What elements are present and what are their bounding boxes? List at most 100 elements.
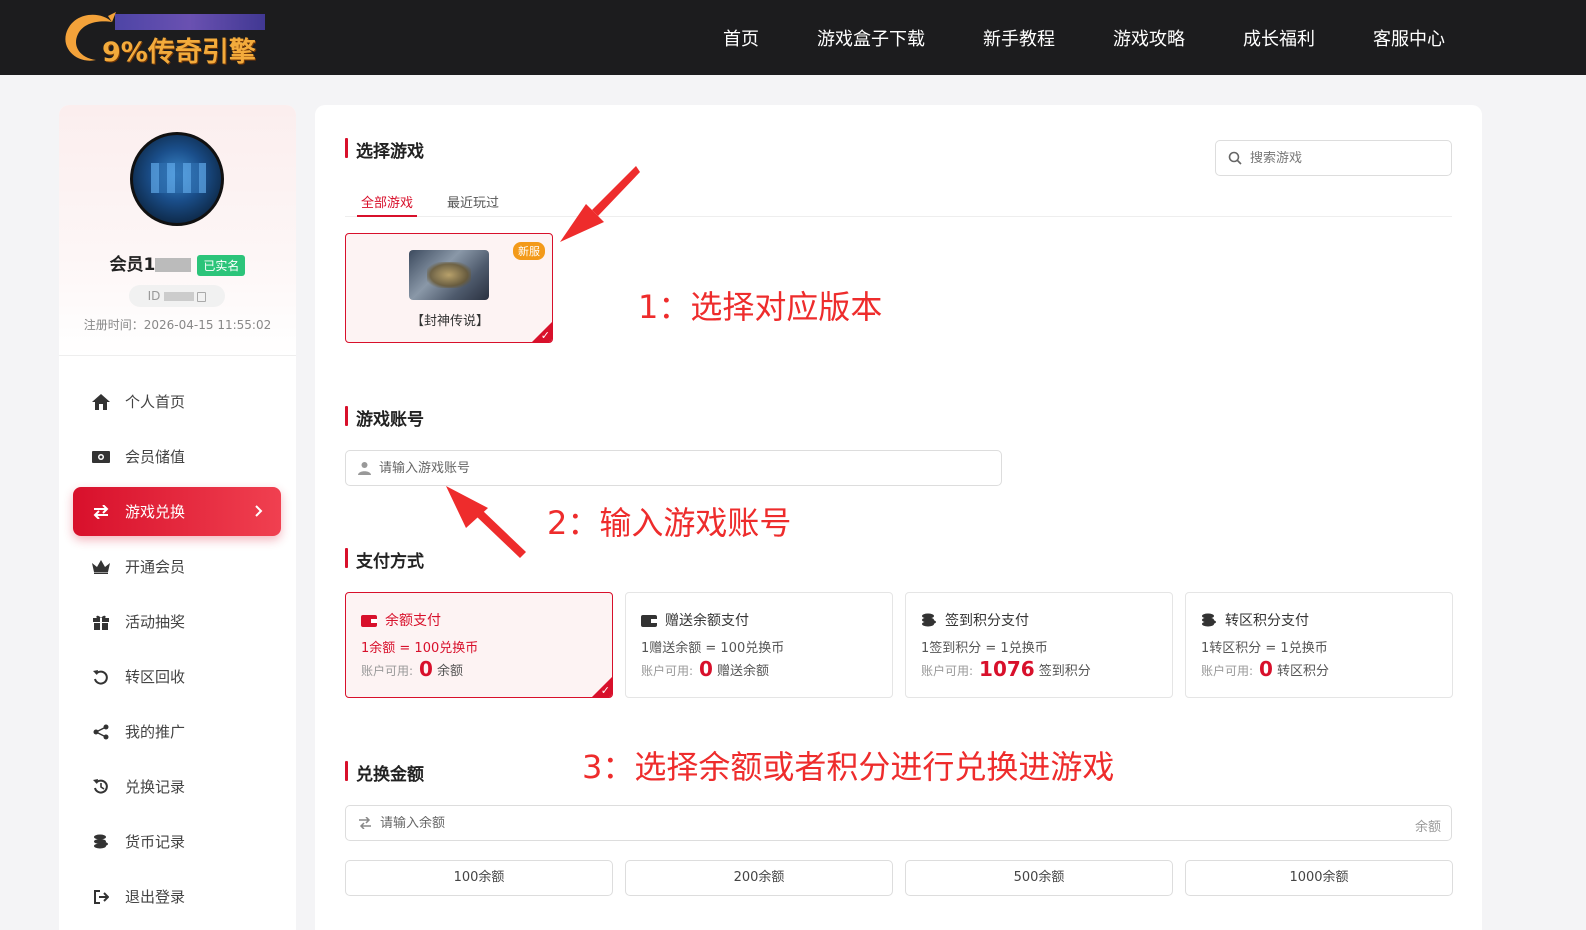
game-name: 【封神传说】 [410,314,489,329]
member-name-line: 会员1 已实名 [59,250,296,276]
sidebar: 会员1 已实名 ID 注册时间：2026-04-15 11:55:02 个人首页 … [59,105,296,930]
game-account-field[interactable] [345,450,1002,486]
game-tabs: 全部游戏 最近玩过 [345,189,1452,217]
logout-icon [91,887,111,907]
share-icon [91,722,111,742]
coins-icon [91,832,111,852]
payment-title: 支付方式 [345,547,424,572]
sidebar-item-recycle[interactable]: 转区回收 [73,652,281,701]
crown-icon [91,557,111,577]
exchange-amount-input[interactable] [380,815,1360,831]
avail-value: 0 [699,657,713,681]
avatar[interactable] [130,132,224,226]
select-game-title: 选择游戏 [345,137,424,162]
sidebar-item-exchange-records[interactable]: 兑换记录 [73,762,281,811]
amount-preset-100[interactable]: 100余额 [345,860,613,896]
pay-rate: 1余额 = 100兑换币 [361,641,479,656]
sidebar-item-label: 货币记录 [125,833,186,851]
nav-welfare[interactable]: 成长福利 [1214,25,1344,51]
avail-value: 1076 [979,657,1035,681]
register-time: 注册时间：2026-04-15 11:55:02 [83,318,272,332]
chevron-right-icon [255,502,263,521]
pay-method-gift-balance[interactable]: 赠送余额支付 1赠送余额 = 100兑换币 账户可用: 0 赠送余额 [625,592,893,698]
pay-method-name: 赠送余额支付 [665,613,749,629]
main-nav: 首页 游戏盒子下载 新手教程 游戏攻略 成长福利 客服中心 [694,0,1474,75]
sidebar-item-label: 活动抽奖 [125,613,186,631]
history-icon [91,777,111,797]
nav-tutorial[interactable]: 新手教程 [954,25,1084,51]
sidebar-item-label: 个人首页 [125,393,186,411]
copy-icon[interactable] [197,291,207,302]
main-panel: 选择游戏 全部游戏 最近玩过 新服 【封神传说】 ✓ 游戏账号 支付方式 余额支… [315,105,1482,930]
pay-method-name: 转区积分支付 [1225,613,1309,629]
wallet-icon [641,613,657,627]
pay-rate: 1赠送余额 = 100兑换币 [641,641,785,656]
wallet-icon [361,613,377,627]
game-search[interactable] [1215,140,1452,176]
amount-preset-500[interactable]: 500余额 [905,860,1173,896]
amount-preset-1000[interactable]: 1000余额 [1185,860,1453,896]
avail-unit: 余额 [436,664,463,679]
pay-rate: 1签到积分 = 1兑换币 [921,641,1048,656]
sidebar-item-recharge[interactable]: 会员储值 [73,432,281,481]
sidebar-item-label: 我的推广 [125,723,186,741]
avail-label: 账户可用: [361,664,414,678]
avail-value: 0 [419,657,433,681]
pay-method-balance[interactable]: 余额支付 1余额 = 100兑换币 账户可用: 0 余额 ✓ [345,592,613,698]
game-account-title: 游戏账号 [345,405,424,430]
home-icon [91,392,111,412]
amount-preset-200[interactable]: 200余额 [625,860,893,896]
annotation-step1: 1：选择对应版本 [638,288,883,326]
tab-all-games[interactable]: 全部游戏 [357,192,418,217]
pay-method-signin-points[interactable]: 签到积分支付 1签到积分 = 1兑换币 账户可用: 1076 签到积分 [905,592,1173,698]
logo-text: 9%传奇引擎 [102,37,256,68]
member-name: 会员1 [109,255,156,275]
recycle-icon [91,667,111,687]
site-logo[interactable]: 9%传奇引擎 [60,4,270,68]
exchange-icon [91,502,111,522]
money-icon [91,447,111,467]
annotation-step3: 3：选择余额或者积分进行兑换进游戏 [582,748,1115,786]
new-server-badge: 新服 [513,242,545,260]
sidebar-item-label: 兑换记录 [125,778,186,796]
avail-unit: 赠送余额 [716,664,769,679]
sidebar-menu: 个人首页 会员储值 游戏兑换 开通会员 活动抽奖 转区回收 我的推广 兑换记录 … [73,377,281,927]
sidebar-item-promotion[interactable]: 我的推广 [73,707,281,756]
gift-icon [91,612,111,632]
game-card-fengshen[interactable]: 新服 【封神传说】 ✓ [345,233,553,343]
avail-label: 账户可用: [1201,664,1254,678]
user-icon [358,462,371,475]
user-id-pill: ID [129,285,225,307]
search-input[interactable] [1250,150,1440,166]
sidebar-item-logout[interactable]: 退出登录 [73,872,281,921]
sidebar-item-label: 开通会员 [125,558,186,576]
coins-icon [921,613,937,627]
top-header: 9%传奇引擎 首页 游戏盒子下载 新手教程 游戏攻略 成长福利 客服中心 [0,0,1586,75]
nav-support[interactable]: 客服中心 [1344,25,1474,51]
check-icon: ✓ [600,684,610,697]
pay-method-transfer-points[interactable]: 转区积分支付 1转区积分 = 1兑换币 账户可用: 0 转区积分 [1185,592,1453,698]
tab-recent-games[interactable]: 最近玩过 [447,192,499,217]
game-account-input[interactable] [379,460,979,476]
name-blur [155,258,192,272]
id-label: ID [147,289,161,303]
exchange-amount-field[interactable]: 余额 [345,805,1452,841]
nav-home[interactable]: 首页 [694,25,788,51]
sidebar-item-vip[interactable]: 开通会员 [73,542,281,591]
avail-label: 账户可用: [641,664,694,678]
sidebar-item-lottery[interactable]: 活动抽奖 [73,597,281,646]
logo-blur [115,14,265,30]
exchange-amount-title: 兑换金额 [345,760,424,785]
search-icon [1228,151,1242,165]
avail-unit: 签到积分 [1038,664,1091,679]
sidebar-item-exchange[interactable]: 游戏兑换 [73,487,281,536]
pay-rate: 1转区积分 = 1兑换币 [1201,641,1328,656]
avail-label: 账户可用: [921,664,974,678]
check-icon: ✓ [540,329,550,342]
avail-unit: 转区积分 [1276,664,1329,679]
nav-box-download[interactable]: 游戏盒子下载 [788,25,954,51]
nav-guide[interactable]: 游戏攻略 [1084,25,1214,51]
sidebar-item-home[interactable]: 个人首页 [73,377,281,426]
profile-card: 会员1 已实名 ID 注册时间：2026-04-15 11:55:02 [59,105,296,356]
sidebar-item-currency-records[interactable]: 货币记录 [73,817,281,866]
